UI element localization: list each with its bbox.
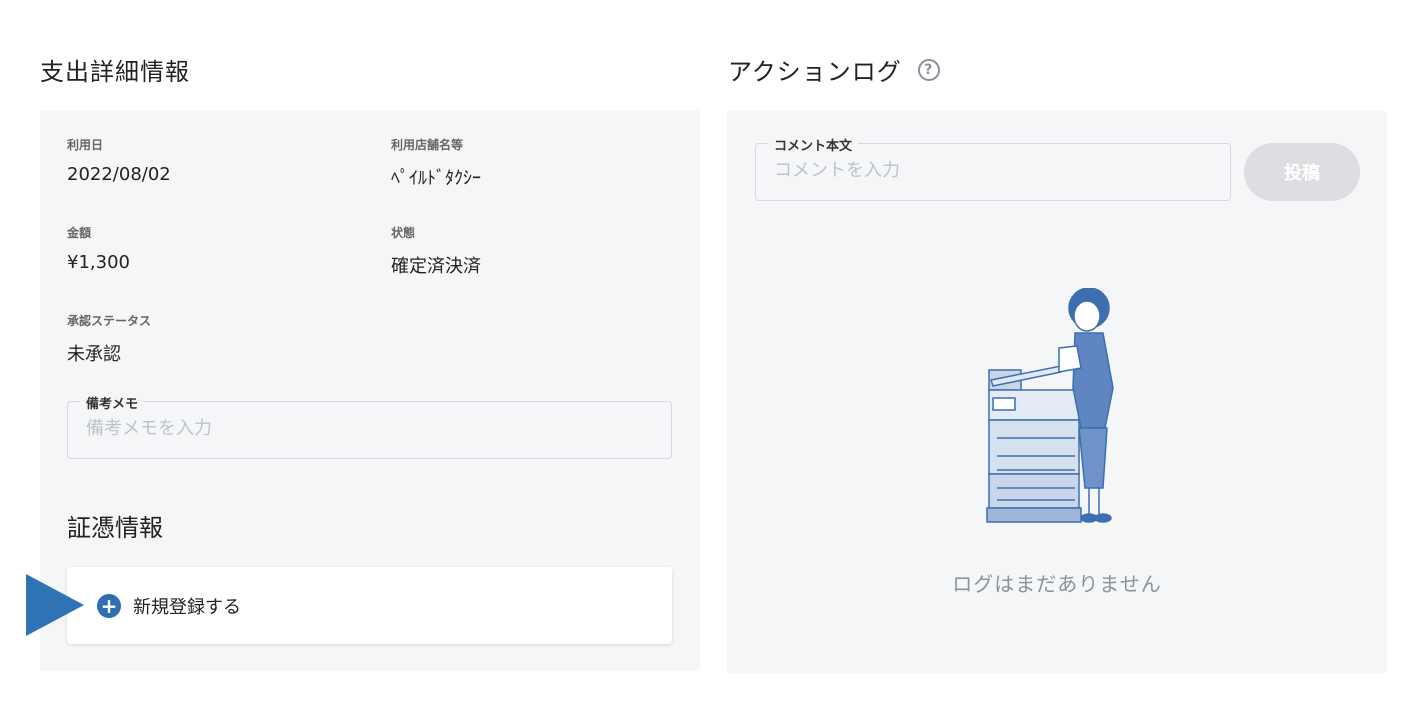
pointer-arrow-icon bbox=[26, 574, 84, 636]
memo-legend: 備考メモ bbox=[80, 393, 145, 412]
comment-field[interactable]: コメント本文 bbox=[755, 135, 1231, 201]
memo-input[interactable] bbox=[86, 418, 653, 439]
action-log-header: アクションログ ? bbox=[728, 52, 940, 87]
state-value: 確定済決済 bbox=[391, 256, 481, 277]
plus-circle-icon: + bbox=[97, 593, 121, 618]
expense-detail-title: 支出詳細情報 bbox=[40, 58, 190, 86]
usage-date-value: 2022/08/02 bbox=[67, 164, 171, 185]
office-copier-illustration bbox=[986, 288, 1114, 523]
store-value: ﾍﾟｲﾙﾄﾞﾀｸｼｰ bbox=[391, 168, 481, 189]
approval-status-value: 未承認 bbox=[67, 344, 121, 365]
amount-label: 金額 bbox=[67, 226, 92, 240]
store-label: 利用店舗名等 bbox=[391, 138, 464, 152]
post-button[interactable]: 投稿 bbox=[1244, 143, 1360, 201]
approval-status-label: 承認ステータス bbox=[67, 314, 152, 328]
state-label: 状態 bbox=[391, 226, 416, 240]
usage-date-label: 利用日 bbox=[67, 138, 104, 152]
action-log-title: アクションログ bbox=[728, 58, 902, 86]
amount-value: ¥1,300 bbox=[67, 252, 130, 273]
register-new-button[interactable]: + 新規登録する bbox=[67, 567, 672, 644]
question-circle-icon[interactable]: ? bbox=[917, 58, 940, 81]
memo-field[interactable]: 備考メモ bbox=[67, 393, 672, 459]
register-new-label: 新規登録する bbox=[133, 596, 241, 618]
empty-log-message: ログはまだありません bbox=[952, 572, 1162, 596]
comment-input[interactable] bbox=[774, 160, 1212, 181]
comment-legend: コメント本文 bbox=[768, 135, 859, 154]
receipt-title: 証憑情報 bbox=[67, 514, 163, 542]
